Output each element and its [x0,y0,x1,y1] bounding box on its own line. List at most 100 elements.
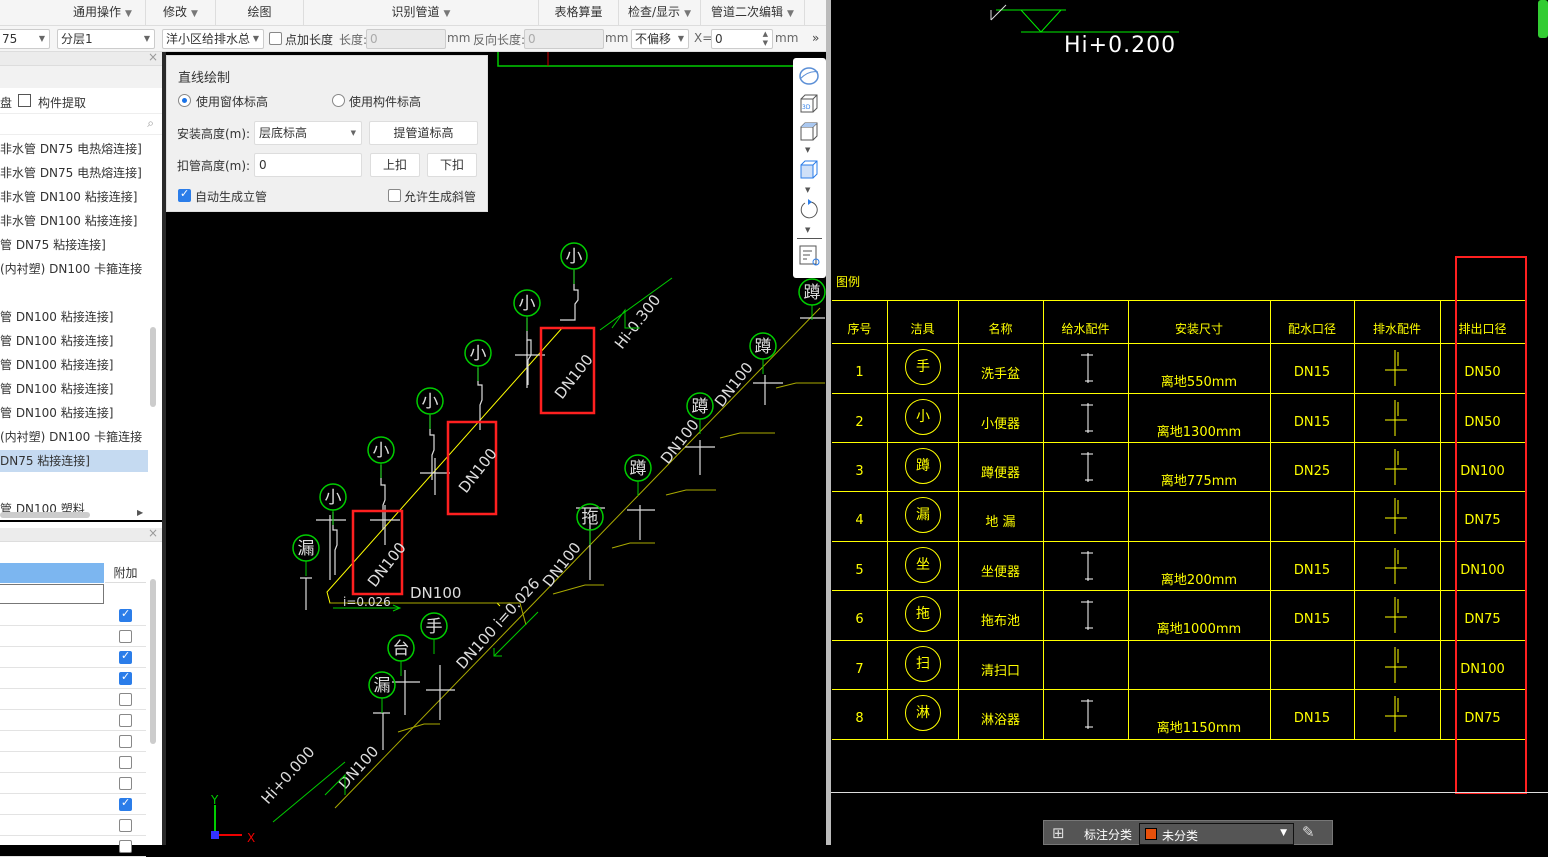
list-item[interactable]: 管 DN100 粘接连接] [0,306,148,328]
disk-label[interactable]: 盘 [0,94,12,111]
extra-checkbox[interactable] [119,840,132,853]
lift-pipe-elevation-button[interactable]: 提管道标高 [369,121,478,145]
offset-height-input[interactable]: 0 [254,153,362,177]
list-item[interactable]: (内衬塑) DN100 卡箍连接 [0,426,148,448]
view-cube-top-icon[interactable] [797,120,821,144]
extra-checkbox[interactable] [119,819,132,832]
legend-view[interactable]: Hi+0.200 图例 序号 洁具 名称 给水配件 安装尺寸 配水口径 排水配件 排出口径 1 手… [831,0,1548,845]
menu-pipe-edit[interactable]: 管道二次编辑 ▼ [701,0,805,26]
scroll-right-icon[interactable]: ▶ [137,508,143,517]
install-height-select[interactable]: 层底标高 ▼ [254,121,362,145]
layer-display-icon[interactable] [797,243,821,267]
menu-general-ops[interactable]: 通用操作 ▼ [60,0,146,26]
extra-checkbox[interactable] [119,796,132,811]
reverse-length-input[interactable]: 0 [524,29,604,49]
type-combo[interactable]: 75 ▼ [0,29,50,49]
list-item[interactable]: 管 DN75 粘接连接] [0,234,148,256]
close-icon[interactable]: × [148,50,158,64]
list-item[interactable]: 非水管 DN100 粘接连接] [0,186,148,208]
offset-up-button[interactable]: 上扣 [370,153,420,177]
list-item[interactable]: 管 DN100 粘接连接] [0,330,148,352]
search-input[interactable]: ⌕ [0,115,162,135]
use-component-elevation-radio[interactable] [332,94,345,107]
vertical-scrollbar[interactable] [1538,0,1548,38]
menu-recognize-pipe[interactable]: 识别管道 ▼ [304,0,539,26]
fixture-symbol[interactable]: 小 [416,387,444,429]
unit-label: mm [447,31,471,45]
property-edit-field[interactable] [0,584,104,604]
system-combo[interactable]: 洋小区给排水总 ▼ [162,29,264,49]
auto-riser-checkbox[interactable] [178,187,191,202]
extra-checkbox[interactable] [119,714,132,727]
list-item[interactable]: 管 DN100 粘接连接] [0,354,148,376]
grid-icon[interactable]: ⊞ [1052,824,1065,842]
more-icon[interactable]: » [812,31,819,45]
list-item[interactable]: 管 DN100 粘接连接] [0,378,148,400]
fixture-symbol[interactable]: 漏 [368,671,396,713]
property-row [0,731,146,752]
fixture-symbol[interactable]: 台 [387,634,415,676]
list-item[interactable]: (内衬塑) DN100 卡箍连接 [0,258,148,280]
chevron-down-icon[interactable]: ▼ [805,226,810,234]
fixture-symbol[interactable]: 手 [420,612,448,654]
menu-modify[interactable]: 修改 ▼ [146,0,216,26]
chevron-down-icon: ▼ [684,9,691,19]
vertical-scrollbar[interactable] [150,327,156,407]
horizontal-scrollbar[interactable] [0,512,90,518]
menu-label: 管道二次编辑 [711,5,784,19]
list-item[interactable] [0,474,148,496]
offset-down-button[interactable]: 下扣 [427,153,477,177]
fixture-symbol[interactable]: 小 [513,289,541,331]
extract-button[interactable]: 构件提取 [38,94,86,111]
list-item[interactable]: 非水管 DN75 电热熔连接] [0,162,148,184]
floor-combo[interactable]: 分层1 ▼ [57,29,155,49]
menu-table-calc[interactable]: 表格算量 [539,0,619,26]
menu-draw[interactable]: 绘图 [216,0,304,26]
fixture-symbol[interactable]: 蹲 [624,454,652,496]
extra-checkbox[interactable] [119,777,132,790]
fixture-symbol[interactable]: 蹲 [798,278,826,320]
length-label: 长度: [339,33,368,47]
extra-checkbox[interactable] [119,607,132,622]
fixture-symbol[interactable]: 漏 [292,534,320,576]
offset-combo[interactable]: 不偏移 ▼ [631,29,689,49]
list-item[interactable]: 非水管 DN75 电热熔连接] [0,138,148,160]
list-item[interactable]: 管 DN100 粘接连接] [0,402,148,424]
fixture-symbol[interactable]: 小 [319,483,347,525]
fixture-symbol[interactable]: 小 [464,339,492,381]
annotation-category-label: 标注分类 [1084,828,1133,842]
allow-slope-checkbox[interactable] [388,189,401,202]
x-stepper[interactable]: 0 ▲ ▼ [711,29,773,49]
extra-checkbox[interactable] [119,630,132,643]
list-item[interactable] [0,282,148,304]
edit-icon[interactable]: ✎ [1302,823,1315,841]
orbit-icon[interactable] [797,64,821,88]
list-item[interactable]: 非水管 DN100 粘接连接] [0,210,148,232]
vertical-scrollbar[interactable] [150,579,156,744]
point-length-label: 点加长度 [285,33,334,47]
annotation-category-select[interactable]: 未分类 ▼ [1139,823,1294,845]
menu-check-display[interactable]: 检查/显示 ▼ [619,0,701,26]
property-row [0,668,146,689]
drain-fitting-icon [1385,350,1407,386]
extra-checkbox[interactable] [119,649,132,664]
chevron-down-icon[interactable]: ▼ [805,186,810,194]
rotate-icon[interactable] [797,198,821,222]
fixture-symbol[interactable]: 小 [367,436,395,478]
extra-checkbox[interactable] [119,756,132,769]
length-input[interactable]: 0 [366,29,446,49]
view-3d-icon[interactable]: 3D [797,92,821,116]
fixture-symbol[interactable]: 拖 [576,503,604,545]
table-header: 给水配件 [1061,322,1110,336]
close-icon[interactable]: × [148,526,158,540]
elevation-label: Hi+0.000 [258,743,319,808]
extra-checkbox[interactable] [119,693,132,706]
chevron-down-icon[interactable]: ▼ [805,146,810,154]
point-length-checkbox[interactable] [269,32,282,45]
list-item[interactable]: DN75 粘接连接] [0,450,148,472]
use-window-elevation-radio[interactable] [178,94,191,107]
view-cube-solid-icon[interactable] [797,158,821,182]
extra-checkbox[interactable] [119,670,132,685]
extra-checkbox[interactable] [119,735,132,748]
fixture-symbol[interactable]: 小 [560,242,588,284]
